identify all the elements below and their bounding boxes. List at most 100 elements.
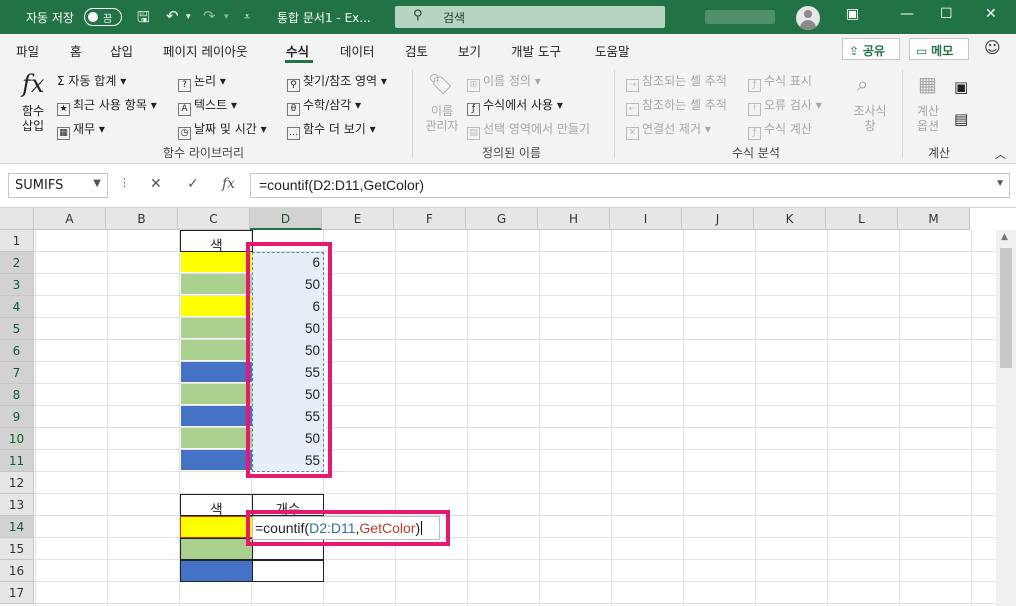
watch-window-button[interactable]: 조사식 창 bbox=[848, 104, 892, 134]
column-header-l[interactable]: L bbox=[826, 208, 898, 230]
undo-icon[interactable]: ↶ bbox=[166, 7, 179, 25]
tab-developer[interactable]: 개발 도구 bbox=[511, 41, 561, 60]
column-header-h[interactable]: H bbox=[538, 208, 610, 230]
tab-review[interactable]: 검토 bbox=[405, 41, 428, 60]
row-header-10[interactable]: 10 bbox=[0, 428, 34, 450]
more-functions-button[interactable]: … 함수 더 보기 ▾ bbox=[287, 120, 376, 140]
cell-c5[interactable] bbox=[181, 318, 252, 339]
financial-button[interactable]: ▦ 재무 ▾ bbox=[57, 120, 105, 140]
row-header-5[interactable]: 5 bbox=[0, 318, 34, 340]
insert-function-fx-icon[interactable]: fx bbox=[222, 176, 235, 192]
row-header-3[interactable]: 3 bbox=[0, 274, 34, 296]
calculator-icon[interactable]: ▦ bbox=[918, 72, 937, 96]
column-header-k[interactable]: K bbox=[754, 208, 826, 230]
collapse-ribbon-icon[interactable]: ︿ bbox=[995, 146, 1006, 162]
evaluate-formula-button[interactable]: ƒ 수식 계산 bbox=[748, 120, 812, 140]
column-header-d[interactable]: D bbox=[250, 208, 322, 230]
cell-c11[interactable] bbox=[181, 450, 252, 471]
text-button[interactable]: A 텍스트 ▾ bbox=[178, 96, 237, 116]
undo-dropdown-icon[interactable]: ▾ bbox=[186, 12, 191, 22]
row-header-16[interactable]: 16 bbox=[0, 560, 34, 582]
tab-help[interactable]: 도움말 bbox=[595, 41, 630, 60]
cell-c6[interactable] bbox=[181, 340, 252, 361]
row-header-13[interactable]: 13 bbox=[0, 494, 34, 516]
column-header-f[interactable]: F bbox=[394, 208, 466, 230]
insert-function-icon[interactable]: fx bbox=[22, 70, 44, 98]
calculate-now-icon[interactable]: ▣ bbox=[954, 78, 968, 96]
column-header-g[interactable]: G bbox=[466, 208, 538, 230]
trace-precedents-button[interactable]: ⇢ 참조되는 셀 추적 bbox=[626, 72, 727, 92]
column-header-e[interactable]: E bbox=[322, 208, 394, 230]
minimize-icon[interactable]: — bbox=[900, 6, 914, 22]
column-header-i[interactable]: I bbox=[610, 208, 682, 230]
cell-c13[interactable]: 색 bbox=[180, 494, 253, 517]
cancel-icon[interactable]: ✕ bbox=[150, 176, 162, 192]
ribbon-display-icon[interactable]: ▣ bbox=[846, 6, 859, 22]
name-manager-icon[interactable]: 🏷 bbox=[428, 72, 453, 96]
customize-qat-icon[interactable]: ⩡ bbox=[244, 10, 250, 24]
row-header-12[interactable]: 12 bbox=[0, 472, 34, 494]
vertical-scrollbar[interactable]: ▲ bbox=[996, 230, 1016, 606]
name-box[interactable]: SUMIFS ▼ bbox=[8, 173, 108, 198]
column-header-a[interactable]: A bbox=[34, 208, 106, 230]
tab-page-layout[interactable]: 페이지 레이아웃 bbox=[163, 41, 247, 60]
save-icon[interactable]: 🖫 bbox=[137, 7, 150, 32]
row-header-1[interactable]: 1 bbox=[0, 230, 34, 252]
cell-c16[interactable] bbox=[180, 560, 253, 582]
row-header-14[interactable]: 14 bbox=[0, 516, 34, 538]
column-header-c[interactable]: C bbox=[178, 208, 250, 230]
autosum-button[interactable]: Σ 자동 합계 ▾ bbox=[57, 72, 126, 89]
row-header-11[interactable]: 11 bbox=[0, 450, 34, 472]
cell-c10[interactable] bbox=[181, 428, 252, 449]
cell-c4[interactable] bbox=[181, 296, 252, 317]
tab-view[interactable]: 보기 bbox=[458, 41, 481, 60]
autosave-toggle[interactable]: 끔 bbox=[84, 8, 122, 26]
tab-data[interactable]: 데이터 bbox=[340, 41, 375, 60]
cell-c1[interactable]: 색 bbox=[180, 230, 253, 253]
remove-arrows-button[interactable]: ✕ 연결선 제거 ▾ bbox=[626, 120, 711, 140]
column-header-b[interactable]: B bbox=[106, 208, 178, 230]
row-header-9[interactable]: 9 bbox=[0, 406, 34, 428]
cell-c7[interactable] bbox=[181, 362, 252, 383]
tab-file[interactable]: 파일 bbox=[16, 41, 39, 60]
show-formulas-button[interactable]: ƒ 수식 표시 bbox=[748, 72, 812, 92]
calculate-sheet-icon[interactable]: ▤ bbox=[954, 110, 968, 128]
avatar[interactable] bbox=[796, 6, 820, 30]
create-from-selection-button[interactable]: ▤ 선택 영역에서 만들기 bbox=[467, 120, 590, 140]
tab-home[interactable]: 홈 bbox=[70, 41, 82, 60]
share-button[interactable]: ⇪ 공유 bbox=[842, 38, 900, 60]
feedback-icon[interactable]: ☺ bbox=[984, 38, 1001, 57]
cell-c3[interactable] bbox=[181, 274, 252, 295]
insert-function-button[interactable]: 함수 삽입 bbox=[16, 104, 50, 134]
chevron-down-icon[interactable]: ▼ bbox=[93, 178, 101, 189]
tab-formulas[interactable]: 수식 bbox=[286, 41, 309, 60]
row-header-4[interactable]: 4 bbox=[0, 296, 34, 318]
tab-insert[interactable]: 삽입 bbox=[110, 41, 133, 60]
logical-button[interactable]: ? 논리 ▾ bbox=[178, 72, 226, 92]
row-header-2[interactable]: 2 bbox=[0, 252, 34, 274]
enter-icon[interactable]: ✓ bbox=[187, 176, 199, 192]
error-check-button[interactable]: ! 오류 검사 ▾ bbox=[748, 96, 822, 116]
cell-c2[interactable] bbox=[181, 252, 252, 273]
define-name-button[interactable]: ⊞ 이름 정의 ▾ bbox=[467, 72, 541, 92]
datetime-button[interactable]: ◷ 날짜 및 시간 ▾ bbox=[178, 120, 267, 140]
redo-icon[interactable]: ↷ bbox=[203, 7, 216, 25]
column-header-j[interactable]: J bbox=[682, 208, 754, 230]
expand-formula-bar-icon[interactable]: ▼ bbox=[995, 178, 1005, 189]
calculation-options-button[interactable]: 계산 옵션 bbox=[910, 104, 946, 134]
search-box[interactable]: ⚲ 검색 bbox=[395, 6, 665, 28]
row-header-17[interactable]: 17 bbox=[0, 582, 34, 604]
cell-c15[interactable] bbox=[180, 538, 253, 560]
lookup-button[interactable]: ⚲ 찾기/참조 영역 ▾ bbox=[287, 72, 387, 92]
comments-button[interactable]: ▭ 메모 bbox=[909, 38, 969, 60]
recent-button[interactable]: ★ 최근 사용 항목 ▾ bbox=[57, 96, 157, 116]
row-header-8[interactable]: 8 bbox=[0, 384, 34, 406]
column-header-m[interactable]: M bbox=[898, 208, 970, 230]
row-header-15[interactable]: 15 bbox=[0, 538, 34, 560]
watch-window-icon[interactable]: ⌕ bbox=[857, 72, 868, 96]
select-all-corner[interactable] bbox=[0, 208, 34, 230]
cell-d16[interactable] bbox=[252, 560, 324, 582]
redo-dropdown-icon[interactable]: ▾ bbox=[224, 12, 229, 22]
use-in-formula-button[interactable]: ƒ 수식에서 사용 ▾ bbox=[467, 96, 563, 116]
row-header-7[interactable]: 7 bbox=[0, 362, 34, 384]
